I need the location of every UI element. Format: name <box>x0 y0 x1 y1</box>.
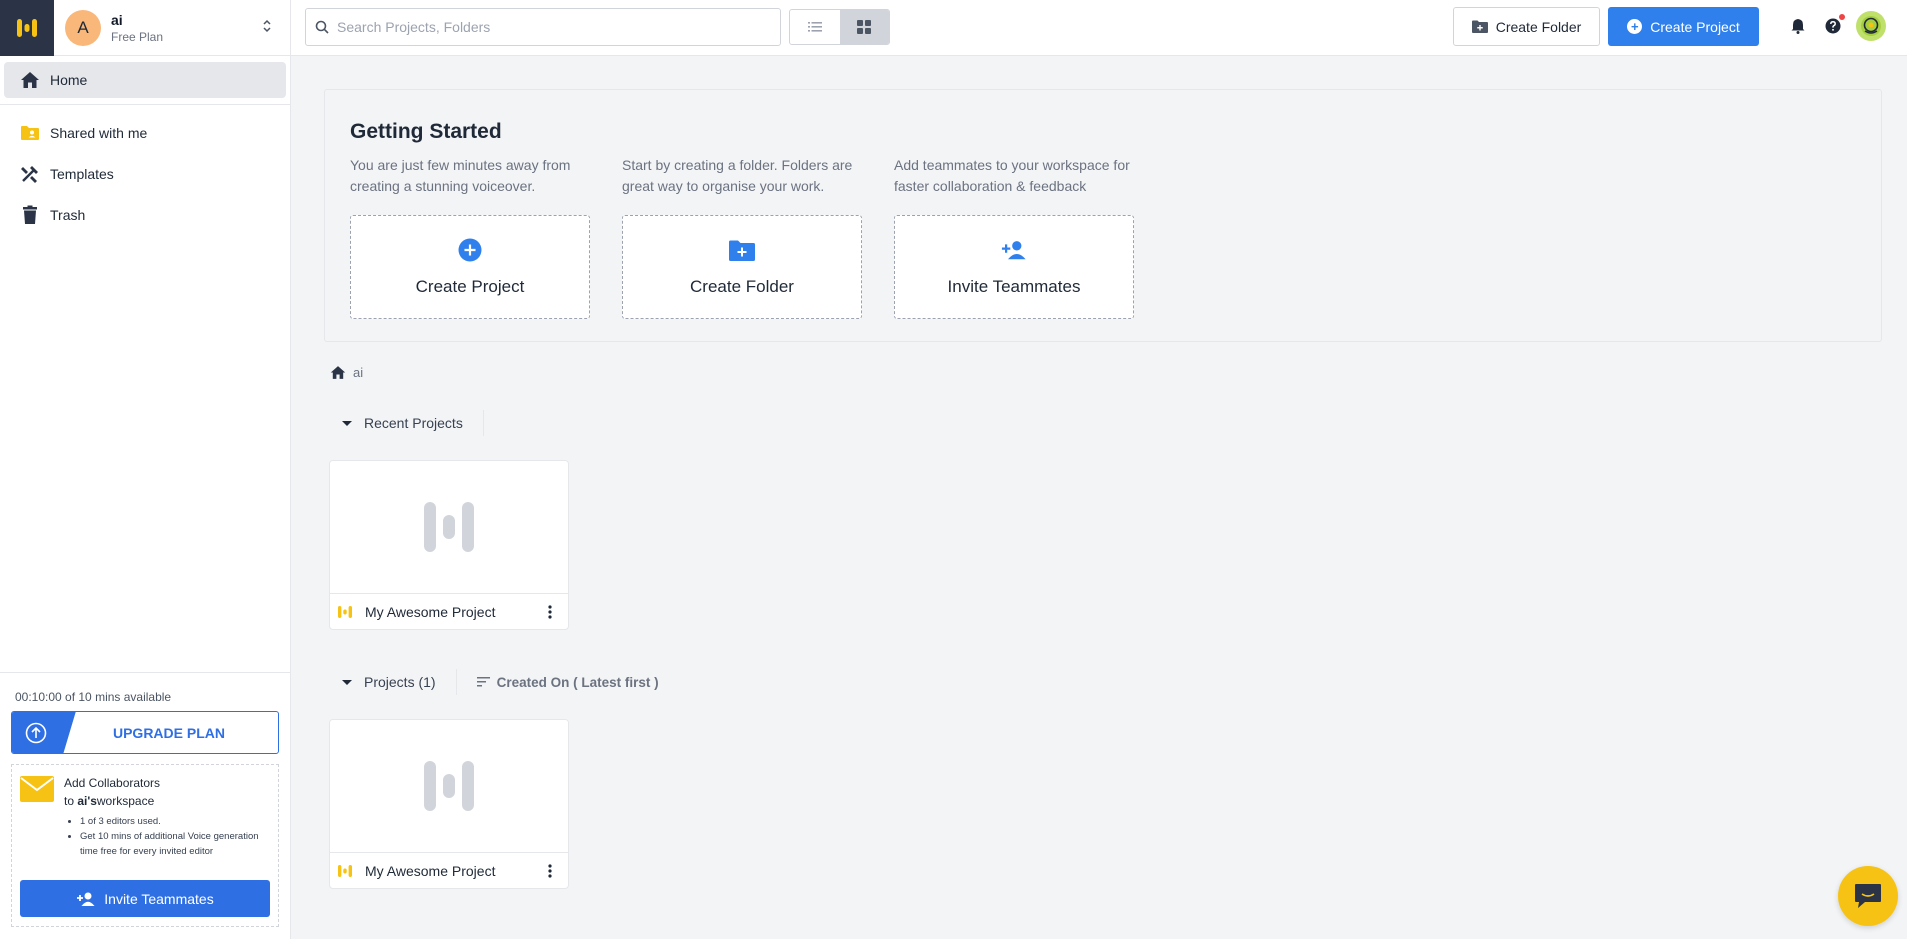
grid-view-button[interactable] <box>839 10 889 44</box>
caret-down-icon <box>342 420 352 426</box>
help-icon[interactable] <box>1823 14 1845 36</box>
card-description: Add teammates to your workspace for fast… <box>894 157 1130 194</box>
add-person-icon <box>77 892 95 906</box>
list-item: Get 10 mins of additional Voice generati… <box>80 829 270 859</box>
card-label: Create Project <box>415 277 525 296</box>
sidebar-item-label: Shared with me <box>50 125 148 141</box>
project-card[interactable]: My Awesome Project <box>329 460 569 630</box>
plus-circle-icon <box>457 237 483 263</box>
add-person-icon <box>1001 237 1027 263</box>
arrow-up-circle-icon <box>25 722 47 743</box>
templates-icon <box>20 164 40 184</box>
getting-started-title: Getting Started <box>350 120 502 143</box>
breadcrumb: ai <box>330 365 363 380</box>
user-avatar[interactable] <box>1856 11 1886 41</box>
section-title: Recent Projects <box>364 415 463 431</box>
sidebar-footer: 00:10:00 of 10 mins available UPGRADE PL… <box>0 672 290 939</box>
trash-icon <box>20 205 40 225</box>
logo-icon <box>17 18 37 37</box>
usage-text: 00:10:00 of 10 mins available <box>15 690 172 704</box>
sort-icon <box>476 677 490 687</box>
getting-started-create-folder[interactable]: Create Folder <box>622 215 862 319</box>
notification-dot <box>1839 14 1845 20</box>
view-toggle <box>789 9 890 45</box>
invite-teammates-button[interactable]: Invite Teammates <box>20 880 270 917</box>
upgrade-plan-button[interactable]: UPGRADE PLAN <box>11 711 279 754</box>
card-description: You are just few minutes away from creat… <box>350 157 571 194</box>
project-card[interactable]: My Awesome Project <box>329 719 569 889</box>
top-bar: Create Folder + Create Project <box>291 0 1907 56</box>
getting-started-create-project[interactable]: Create Project <box>350 215 590 319</box>
plus-circle-icon: + <box>1627 19 1643 34</box>
shared-folder-icon <box>20 123 40 143</box>
sidebar-item-label: Trash <box>50 207 86 223</box>
avatar-icon <box>1861 16 1881 36</box>
workspace-name-bold: ai's <box>77 794 97 808</box>
divider <box>455 669 457 695</box>
workspace-plan: Free Plan <box>111 29 164 44</box>
search-box[interactable] <box>305 8 781 46</box>
project-name: My Awesome Project <box>365 604 496 620</box>
getting-started-panel: Getting Started You are just few minutes… <box>324 89 1882 342</box>
sidebar: A ai Free Plan Home Shared with me Templ… <box>0 0 291 939</box>
card-label: Invite Teammates <box>947 277 1081 296</box>
chat-widget-button[interactable] <box>1838 866 1898 926</box>
project-name: My Awesome Project <box>365 863 496 879</box>
search-input[interactable] <box>337 19 767 35</box>
create-folder-label: Create Folder <box>1495 18 1582 35</box>
home-icon <box>20 70 40 90</box>
logo-placeholder-icon <box>424 502 474 552</box>
list-view-button[interactable] <box>790 10 840 44</box>
sidebar-item-trash[interactable]: Trash <box>4 197 286 233</box>
project-logo-icon <box>338 865 352 877</box>
card-description: Start by creating a folder. Folders are … <box>622 157 853 194</box>
create-project-label: Create Project <box>1650 18 1740 35</box>
home-icon[interactable] <box>330 365 346 380</box>
getting-started-invite-teammates[interactable]: Invite Teammates <box>894 215 1134 319</box>
divider <box>0 104 290 105</box>
bell-icon[interactable] <box>1788 16 1808 36</box>
section-title: Projects (1) <box>364 674 436 690</box>
recent-projects-header[interactable]: Recent Projects <box>342 409 504 437</box>
grid-view-icon <box>857 20 872 34</box>
projects-header[interactable]: Projects (1) Created On ( Latest first ) <box>342 668 659 696</box>
sidebar-item-label: Templates <box>50 166 114 182</box>
folder-add-icon <box>1471 20 1488 33</box>
more-options-icon[interactable] <box>542 861 558 881</box>
list-item: 1 of 3 editors used. <box>80 814 270 829</box>
sort-label: Created On ( Latest first ) <box>496 674 659 690</box>
app-logo[interactable] <box>0 0 54 56</box>
chat-icon <box>1855 884 1881 908</box>
sidebar-item-label: Home <box>50 72 88 88</box>
logo-placeholder-icon <box>424 761 474 811</box>
project-thumbnail[interactable] <box>330 720 568 853</box>
create-folder-button[interactable]: Create Folder <box>1453 7 1600 46</box>
add-collaborators-card: Add Collaborators to ai'sworkspace 1 of … <box>11 764 279 927</box>
workspace-name: ai <box>111 11 123 28</box>
create-project-button[interactable]: + Create Project <box>1608 7 1759 46</box>
workspace-avatar: A <box>65 9 101 46</box>
sidebar-item-templates[interactable]: Templates <box>4 156 286 192</box>
card-label: Create Folder <box>690 277 794 296</box>
collab-title: Add Collaborators to ai'sworkspace <box>64 776 161 808</box>
sort-dropdown[interactable]: Created On ( Latest first ) <box>476 674 659 690</box>
collab-bullets: 1 of 3 editors used. Get 10 mins of addi… <box>80 814 270 859</box>
invite-teammates-label: Invite Teammates <box>104 890 214 907</box>
chevron-up-down-icon[interactable] <box>262 19 290 36</box>
breadcrumb-item[interactable]: ai <box>353 365 363 380</box>
list-view-icon <box>807 22 822 32</box>
workspace-switcher[interactable]: A ai Free Plan <box>0 0 290 56</box>
upgrade-plan-label: UPGRADE PLAN <box>112 724 225 741</box>
sidebar-item-shared[interactable]: Shared with me <box>4 115 286 151</box>
sidebar-item-home[interactable]: Home <box>4 62 286 98</box>
project-thumbnail[interactable] <box>330 461 568 594</box>
more-options-icon[interactable] <box>542 602 558 622</box>
folder-add-icon <box>729 237 755 263</box>
project-logo-icon <box>338 606 352 618</box>
mail-icon <box>20 776 54 802</box>
search-icon <box>315 20 329 34</box>
caret-down-icon <box>342 679 352 685</box>
divider <box>482 410 484 436</box>
